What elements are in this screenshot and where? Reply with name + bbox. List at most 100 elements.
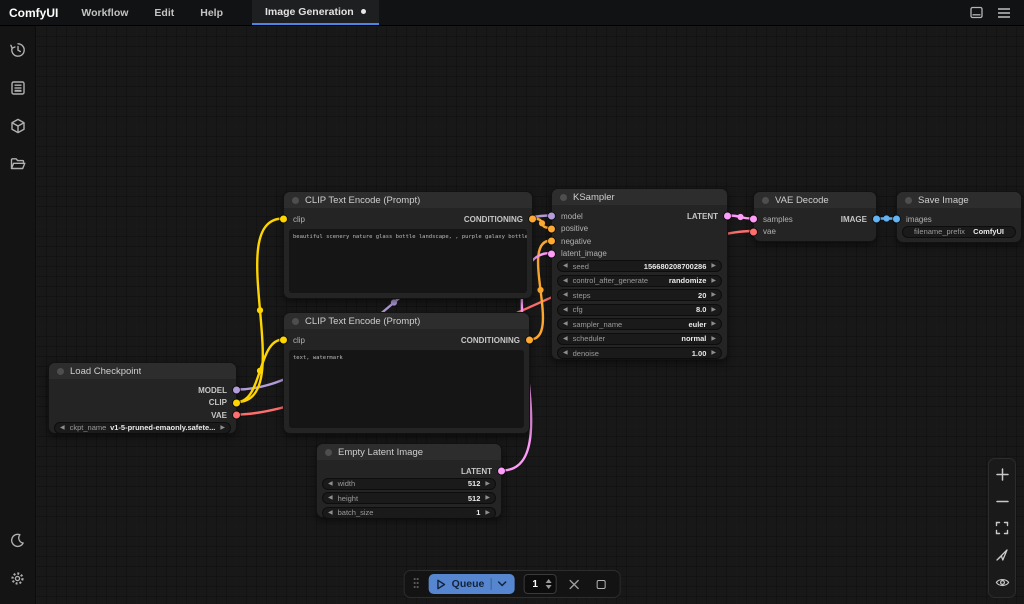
- node-collapse-dot[interactable]: [292, 318, 299, 325]
- widget-height[interactable]: ◀height512▶: [322, 492, 496, 504]
- output-port-CONDITIONING[interactable]: [529, 216, 536, 223]
- widget-sampler_name[interactable]: ◀sampler_nameeuler▶: [557, 318, 722, 330]
- node-clip-text-encode-negative[interactable]: CLIP Text Encode (Prompt)clipCONDITIONIN…: [283, 312, 530, 434]
- node-collapse-dot[interactable]: [57, 368, 64, 375]
- decrement-arrow-icon[interactable]: ◀: [563, 263, 568, 269]
- widget-filename_prefix[interactable]: filename_prefixComfyUI: [902, 226, 1016, 238]
- node-slots: samplesIMAGEvae: [754, 208, 876, 238]
- input-port-positive[interactable]: [548, 225, 555, 232]
- node-header[interactable]: CLIP Text Encode (Prompt): [284, 313, 529, 329]
- node-vae-decode[interactable]: VAE DecodesamplesIMAGEvae: [753, 191, 877, 242]
- node-layer: Load CheckpointMODELCLIPVAE◀ckpt_namev1-…: [0, 0, 1024, 604]
- decrement-arrow-icon[interactable]: ◀: [563, 292, 568, 298]
- decrement-arrow-icon[interactable]: ◀: [563, 307, 568, 313]
- widget-control_after_generate[interactable]: ◀control_after_generaterandomize▶: [557, 275, 722, 287]
- input-port-latent_image[interactable]: [548, 250, 555, 257]
- prompt-text-widget[interactable]: beautiful scenery nature glass bottle la…: [289, 229, 527, 294]
- widget-batch_size[interactable]: ◀batch_size1▶: [322, 507, 496, 519]
- node-collapse-dot[interactable]: [292, 197, 299, 204]
- increment-arrow-icon[interactable]: ▶: [485, 495, 490, 501]
- widget-ckpt_name[interactable]: ◀ckpt_namev1-5-pruned-emaonly.safete...▶: [54, 422, 231, 434]
- select-mode-icon[interactable]: [993, 546, 1011, 564]
- batch-count-input[interactable]: 1: [523, 574, 556, 594]
- node-save-image[interactable]: Save Image imagesfilename_prefixComfyUI: [896, 191, 1022, 243]
- node-collapse-dot[interactable]: [325, 449, 332, 456]
- widget-steps[interactable]: ◀steps20▶: [557, 289, 722, 301]
- decrement-arrow-icon[interactable]: ◀: [328, 481, 333, 487]
- settings-gear-icon[interactable]: [4, 564, 32, 592]
- node-collapse-dot[interactable]: [560, 194, 567, 201]
- increment-arrow-icon[interactable]: ▶: [711, 307, 716, 313]
- workflow-history-icon[interactable]: [4, 36, 32, 64]
- increment-arrow-icon[interactable]: ▶: [711, 278, 716, 284]
- decrement-arrow-icon[interactable]: ◀: [563, 321, 568, 327]
- menu-workflow[interactable]: Workflow: [68, 0, 141, 25]
- widget-denoise[interactable]: ◀denoise1.00▶: [557, 347, 722, 359]
- node-header[interactable]: VAE Decode: [754, 192, 876, 208]
- node-load-checkpoint[interactable]: Load CheckpointMODELCLIPVAE◀ckpt_namev1-…: [48, 362, 237, 434]
- output-port-LATENT[interactable]: [724, 213, 731, 220]
- node-collapse-dot[interactable]: [905, 197, 912, 204]
- input-port-negative[interactable]: [548, 238, 555, 245]
- input-port-model[interactable]: [548, 213, 555, 220]
- clear-queue-icon[interactable]: [565, 575, 583, 593]
- node-header[interactable]: Empty Latent Image: [317, 444, 501, 460]
- increment-arrow-icon[interactable]: ▶: [711, 292, 716, 298]
- node-header[interactable]: CLIP Text Encode (Prompt): [284, 192, 532, 208]
- input-port-images[interactable]: [893, 216, 900, 223]
- hamburger-menu-icon[interactable]: [994, 3, 1014, 23]
- zoom-out-icon[interactable]: [993, 492, 1011, 510]
- bottom-panel-icon[interactable]: [966, 3, 986, 23]
- node-header[interactable]: Save Image: [897, 192, 1021, 208]
- input-port-vae[interactable]: [750, 228, 757, 235]
- widget-width[interactable]: ◀width512▶: [322, 478, 496, 490]
- prompt-text-widget[interactable]: text, watermark: [289, 350, 524, 429]
- decrement-arrow-icon[interactable]: ◀: [328, 495, 333, 501]
- menu-edit[interactable]: Edit: [141, 0, 187, 25]
- increment-arrow-icon[interactable]: ▶: [485, 481, 490, 487]
- node-header[interactable]: Load Checkpoint: [49, 363, 236, 379]
- workflow-tab[interactable]: Image Generation: [252, 0, 379, 25]
- increment-arrow-icon[interactable]: ▶: [711, 321, 716, 327]
- node-collapse-dot[interactable]: [762, 197, 769, 204]
- node-clip-text-encode-positive[interactable]: CLIP Text Encode (Prompt)clipCONDITIONIN…: [283, 191, 533, 299]
- output-port-LATENT[interactable]: [498, 468, 505, 475]
- decrement-arrow-icon[interactable]: ◀: [328, 510, 333, 516]
- output-port-CONDITIONING[interactable]: [526, 337, 533, 344]
- zoom-in-icon[interactable]: [993, 465, 1011, 483]
- increment-arrow-icon[interactable]: ▶: [711, 336, 716, 342]
- increment-arrow-icon[interactable]: ▶: [485, 510, 490, 516]
- output-port-VAE[interactable]: [233, 412, 240, 419]
- output-port-IMAGE[interactable]: [873, 216, 880, 223]
- decrement-arrow-icon[interactable]: ◀: [563, 278, 568, 284]
- workflows-folder-icon[interactable]: [4, 150, 32, 178]
- output-port-MODEL[interactable]: [233, 387, 240, 394]
- increment-arrow-icon[interactable]: ▶: [711, 263, 716, 269]
- widget-seed[interactable]: ◀seed156680208700286▶: [557, 260, 722, 272]
- slot-row: images: [897, 213, 1021, 226]
- node-header[interactable]: KSampler: [552, 189, 727, 205]
- increment-arrow-icon[interactable]: ▶: [220, 425, 225, 431]
- input-port-clip[interactable]: [280, 337, 287, 344]
- decrement-arrow-icon[interactable]: ◀: [563, 336, 568, 342]
- queue-icon[interactable]: [4, 74, 32, 102]
- menu-help[interactable]: Help: [187, 0, 236, 25]
- decrement-arrow-icon[interactable]: ◀: [563, 350, 568, 356]
- increment-arrow-icon[interactable]: ▶: [711, 350, 716, 356]
- node-ksampler[interactable]: KSamplermodelLATENTpositivenegativelaten…: [551, 188, 728, 360]
- drag-handle[interactable]: [414, 578, 420, 590]
- widget-scheduler[interactable]: ◀schedulernormal▶: [557, 333, 722, 345]
- interrupt-stop-icon[interactable]: [592, 575, 610, 593]
- theme-toggle-icon[interactable]: [4, 526, 32, 554]
- batch-stepper[interactable]: [545, 579, 551, 589]
- toggle-link-visibility-icon[interactable]: [993, 573, 1011, 591]
- widget-cfg[interactable]: ◀cfg8.0▶: [557, 304, 722, 316]
- output-port-CLIP[interactable]: [233, 399, 240, 406]
- node-empty-latent-image[interactable]: Empty Latent ImageLATENT◀width512▶◀heigh…: [316, 443, 502, 518]
- fit-view-icon[interactable]: [993, 519, 1011, 537]
- queue-button[interactable]: Queue: [429, 574, 515, 594]
- input-port-samples[interactable]: [750, 216, 757, 223]
- model-library-icon[interactable]: [4, 112, 32, 140]
- input-port-clip[interactable]: [280, 216, 287, 223]
- decrement-arrow-icon[interactable]: ◀: [60, 425, 65, 431]
